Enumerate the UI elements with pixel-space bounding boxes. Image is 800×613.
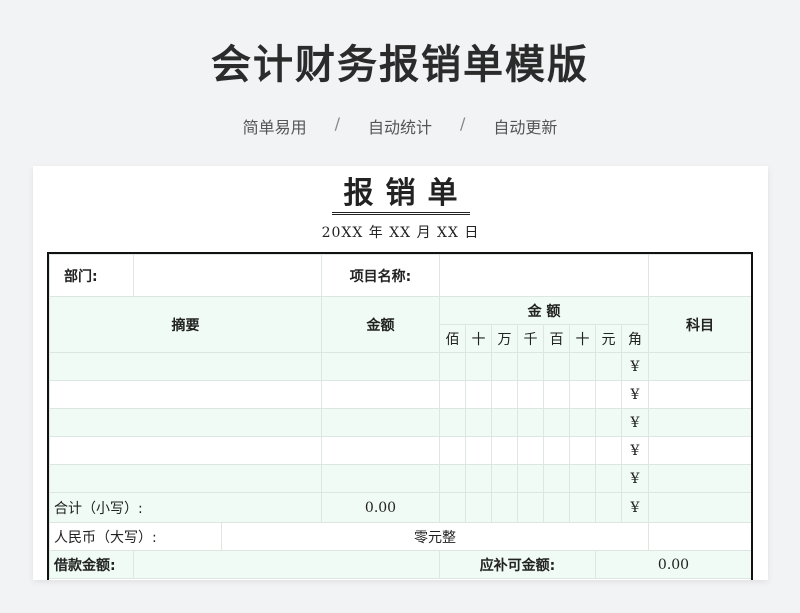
digit-label: 元 <box>595 324 622 353</box>
digit-label: 十 <box>569 324 596 353</box>
project-name-label: 项目名称: <box>321 254 440 297</box>
row-summary-cell[interactable] <box>49 380 322 409</box>
row-subject-cell[interactable] <box>648 408 751 437</box>
summary-header: 摘要 <box>49 296 322 353</box>
rmb-label: 人民币（大写）: <box>49 522 222 551</box>
form-table: 部门: 项目名称: 摘要 金额 金 额 科目 佰 十 万 千 百 十 元 角 ¥… <box>49 254 751 579</box>
row-summary-cell[interactable] <box>49 408 322 437</box>
reimbursement-sheet: 报销单 20XX 年 XX 月 XX 日 部门: 项目名称: 摘要 金额 金 额 <box>33 166 768 580</box>
total-yen: ¥ <box>621 492 649 523</box>
row-yen-cell: ¥ <box>621 436 649 465</box>
row-subject-cell[interactable] <box>648 464 751 493</box>
digit-label: 千 <box>517 324 544 353</box>
row-subject-cell[interactable] <box>648 436 751 465</box>
date-line[interactable]: 20XX 年 XX 月 XX 日 <box>33 222 768 242</box>
refund-label: 应补可金额: <box>439 550 596 579</box>
row-yen-cell: ¥ <box>621 408 649 437</box>
tag-separator: / <box>334 114 340 133</box>
tag-separator: / <box>460 114 466 133</box>
row-summary-cell[interactable] <box>49 464 322 493</box>
table-row: ¥ <box>49 408 751 437</box>
project-name-value[interactable] <box>439 254 649 297</box>
digit-label: 佰 <box>439 324 466 353</box>
amount-header: 金额 <box>321 296 440 353</box>
department-label: 部门: <box>49 254 134 297</box>
digit-label: 十 <box>465 324 492 353</box>
digit-label: 角 <box>621 324 649 353</box>
row-yen-cell: ¥ <box>621 352 649 381</box>
document-title: 报销单 <box>33 176 768 215</box>
loan-value[interactable] <box>133 550 440 579</box>
tag-auto-stat: 自动统计 <box>367 118 432 137</box>
document-title-text: 报销单 <box>331 176 470 215</box>
rmb-value: 零元整 <box>221 522 649 551</box>
table-row: ¥ <box>49 380 751 409</box>
subject-header: 科目 <box>648 296 751 353</box>
row-summary-cell[interactable] <box>49 436 322 465</box>
page-title: 会计财务报销单模版 <box>211 42 589 88</box>
rmb-row: 人民币（大写）: 零元整 <box>49 522 751 551</box>
row-amount-cell[interactable] <box>321 464 440 493</box>
row-subject-cell[interactable] <box>648 352 751 381</box>
total-value: 0.00 <box>321 492 440 523</box>
tag-auto-update: 自动更新 <box>493 118 558 137</box>
row-amount-cell[interactable] <box>321 380 440 409</box>
header-blank-cell <box>648 254 751 297</box>
reimbursement-form: 部门: 项目名称: 摘要 金额 金 额 科目 佰 十 万 千 百 十 元 角 ¥… <box>47 252 753 580</box>
digit-label: 百 <box>543 324 570 353</box>
total-row: 合计（小写）: 0.00 ¥ <box>49 492 751 523</box>
table-row: ¥ <box>49 352 751 381</box>
amount-digits-header: 金 额 <box>439 296 649 325</box>
tag-easy: 简单易用 <box>242 118 307 137</box>
loan-label: 借款金额: <box>49 550 134 579</box>
row-subject-cell[interactable] <box>648 380 751 409</box>
row-yen-cell: ¥ <box>621 464 649 493</box>
digit-label: 万 <box>491 324 518 353</box>
row-summary-cell[interactable] <box>49 352 322 381</box>
table-row: ¥ <box>49 464 751 493</box>
refund-value: 0.00 <box>595 550 751 579</box>
row-yen-cell: ¥ <box>621 380 649 409</box>
total-label: 合计（小写）: <box>49 492 322 523</box>
table-row: ¥ <box>49 436 751 465</box>
row-amount-cell[interactable] <box>321 436 440 465</box>
row-amount-cell[interactable] <box>321 408 440 437</box>
loan-row: 借款金额: 应补可金额: 0.00 <box>49 550 751 579</box>
department-value[interactable] <box>133 254 322 297</box>
feature-tags: 简单易用 / 自动统计 / 自动更新 <box>0 114 800 138</box>
row-amount-cell[interactable] <box>321 352 440 381</box>
